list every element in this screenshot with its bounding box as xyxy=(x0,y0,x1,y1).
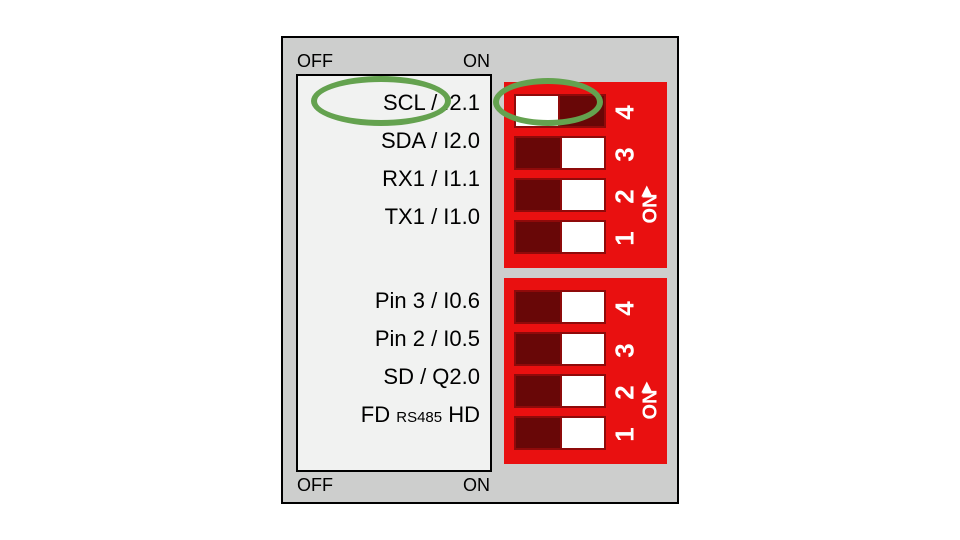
dip-bot-on-label: ON xyxy=(640,390,663,420)
rs485-hd: HD xyxy=(442,402,480,427)
dip-bot-switch-2[interactable] xyxy=(514,374,606,408)
dip-top-on-label: ON xyxy=(640,194,663,224)
label-off-top: OFF xyxy=(297,51,333,72)
dip-block-bottom: 4 3 2 1 ▸ ON xyxy=(504,278,667,464)
dip-top-switch-4[interactable] xyxy=(514,94,606,128)
dip-bot-switch-3[interactable] xyxy=(514,332,606,366)
signal-row-scl: SCL / I2.1 xyxy=(383,90,480,116)
dip-top-num-4: 4 xyxy=(610,100,641,126)
signal-row-pin3: Pin 3 / I0.6 xyxy=(375,288,480,314)
dip-block-top: 4 3 2 1 ▸ ON xyxy=(504,82,667,268)
config-panel: OFF ON OFF ON SCL / I2.1 SDA / I2.0 RX1 … xyxy=(281,36,679,504)
dip-top-switch-2[interactable] xyxy=(514,178,606,212)
rs485-mid: RS485 xyxy=(396,409,442,426)
signal-row-rx1: RX1 / I1.1 xyxy=(382,166,480,192)
label-on-top: ON xyxy=(463,51,490,72)
dip-top-num-3: 3 xyxy=(610,142,641,168)
dip-bot-num-3: 3 xyxy=(610,338,641,364)
label-off-bottom: OFF xyxy=(297,475,333,496)
dip-bot-switch-4[interactable] xyxy=(514,290,606,324)
dip-bot-switch-1[interactable] xyxy=(514,416,606,450)
label-on-bottom: ON xyxy=(463,475,490,496)
dip-top-num-1: 1 xyxy=(610,226,641,252)
signal-row-sd: SD / Q2.0 xyxy=(383,364,480,390)
signal-row-tx1: TX1 / I1.0 xyxy=(385,204,480,230)
dip-bot-num-1: 1 xyxy=(610,422,641,448)
dip-top-switch-3[interactable] xyxy=(514,136,606,170)
dip-top-switch-1[interactable] xyxy=(514,220,606,254)
signal-row-rs485: FD RS485 HD xyxy=(361,402,480,428)
dip-bot-num-4: 4 xyxy=(610,296,641,322)
signal-row-pin2: Pin 2 / I0.5 xyxy=(375,326,480,352)
signal-label-box: SCL / I2.1 SDA / I2.0 RX1 / I1.1 TX1 / I… xyxy=(296,74,492,472)
rs485-fd: FD xyxy=(361,402,396,427)
signal-row-sda: SDA / I2.0 xyxy=(381,128,480,154)
